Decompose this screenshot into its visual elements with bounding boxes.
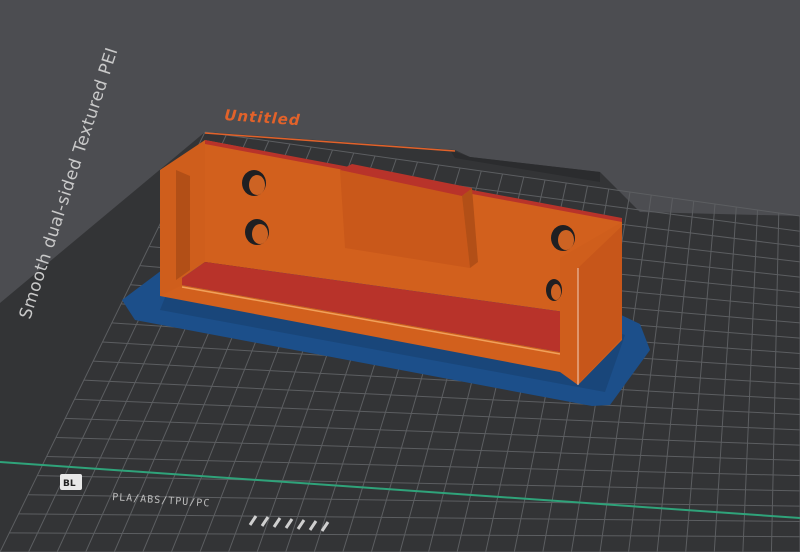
3d-viewport[interactable]: BL PLA/ABS/TPU/PC Smooth dual-sided Text… bbox=[0, 0, 800, 552]
plate-title[interactable]: Untitled bbox=[224, 106, 301, 129]
logo-text: BL bbox=[63, 479, 76, 489]
model-left-wall-slot bbox=[176, 170, 190, 280]
build-plate-scene[interactable]: BL PLA/ABS/TPU/PC Smooth dual-sided Text… bbox=[0, 0, 800, 552]
